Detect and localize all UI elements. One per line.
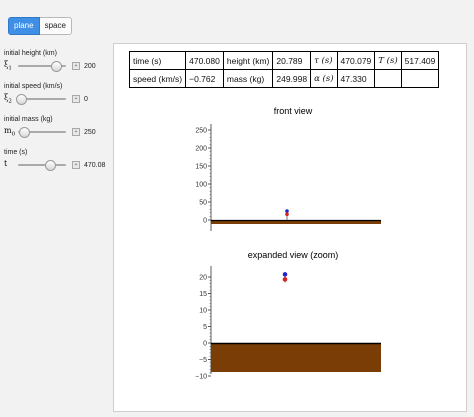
expand-control-button[interactable]: + [72, 95, 80, 103]
control-initial-mass: initial mass (kg) m0 + 250 [4, 116, 109, 138]
control-symbol: t [4, 159, 8, 169]
control-value: 0 [84, 95, 88, 103]
control-label: time (s) [4, 149, 28, 156]
y-tick-label: 250 [195, 128, 207, 135]
front-view-probe-icon [285, 209, 289, 220]
controls-panel: initial height (km) ξ1 + 200 initial spe… [4, 50, 109, 182]
control-value: 250 [84, 128, 96, 136]
front-view-title: front view [274, 106, 313, 116]
expand-control-button[interactable]: + [72, 62, 80, 70]
y-tick-label: 100 [195, 182, 207, 189]
slider-thumb[interactable] [15, 94, 27, 105]
slider-thumb[interactable] [45, 160, 57, 171]
expand-control-button[interactable]: + [72, 161, 80, 169]
y-tick-label: −10 [195, 374, 207, 381]
initial-mass-slider[interactable] [18, 127, 66, 138]
control-symbol: ξ1 [4, 60, 12, 72]
y-tick-label: 200 [195, 146, 207, 153]
tab-space[interactable]: space [39, 17, 72, 35]
control-symbol: m0 [4, 126, 16, 138]
initial-speed-slider[interactable] [15, 94, 66, 105]
control-time: time (s) t + 470.08 [4, 149, 109, 171]
initial-height-slider[interactable] [18, 61, 66, 72]
output-panel: time (s) 470.080 height (km) 20.789 τ (s… [113, 43, 467, 412]
view-tabs: plane space [8, 17, 72, 35]
y-tick-label: 10 [199, 308, 207, 315]
expand-control-button[interactable]: + [72, 128, 80, 136]
y-tick-label: −5 [199, 357, 207, 364]
control-value: 470.08 [84, 161, 106, 169]
y-tick-label: 0 [203, 341, 207, 348]
control-label: initial height (km) [4, 50, 57, 57]
control-label: initial mass (kg) [4, 116, 53, 123]
zoom-view-title: expanded view (zoom) [248, 250, 339, 260]
y-tick-label: 0 [203, 218, 207, 225]
y-tick-label: 15 [199, 291, 207, 298]
front-view-axis: 250 200 150 100 50 0 [195, 124, 212, 231]
control-label: initial speed (km/s) [4, 83, 63, 90]
zoom-view-axis: 20 15 10 5 0 −5 −10 [195, 266, 212, 381]
slider-thumb[interactable] [51, 61, 63, 72]
control-initial-speed: initial speed (km/s) ξ2 + 0 [4, 83, 109, 105]
control-initial-height: initial height (km) ξ1 + 200 [4, 50, 109, 72]
y-tick-label: 20 [199, 275, 207, 282]
zoom-view-ground [211, 343, 381, 372]
y-tick-label: 150 [195, 164, 207, 171]
slider-thumb[interactable] [18, 127, 30, 138]
time-slider[interactable] [18, 160, 66, 171]
y-tick-label: 5 [203, 324, 207, 331]
views-canvas: front view 250200150100500 expanded view… [195, 106, 381, 381]
zoom-view-probe-icon [282, 272, 288, 283]
y-tick-label: 50 [199, 200, 207, 207]
tab-plane[interactable]: plane [8, 17, 40, 35]
control-value: 200 [84, 62, 96, 70]
